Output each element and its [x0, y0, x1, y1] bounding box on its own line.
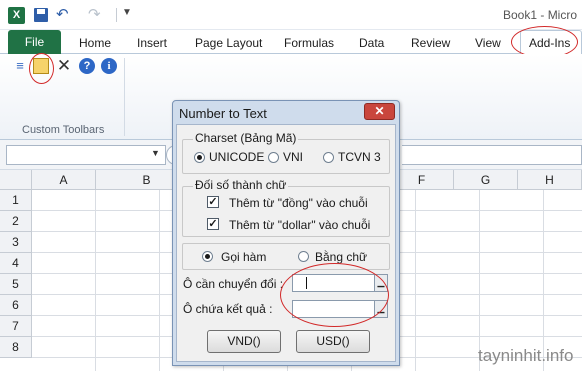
tab-data[interactable]: Data: [359, 36, 384, 50]
radio-in-words[interactable]: [298, 251, 309, 262]
name-box[interactable]: [6, 145, 166, 165]
redo-icon[interactable]: ↷: [88, 5, 101, 23]
source-cell-label: Ô cần chuyển đổi :: [183, 277, 284, 291]
info-icon[interactable]: i: [101, 58, 117, 74]
tab-review[interactable]: Review: [411, 36, 450, 50]
group-separator: [124, 58, 125, 136]
vnd-button[interactable]: VND(): [207, 330, 281, 353]
excel-logo-icon[interactable]: X: [8, 7, 25, 24]
result-cell-label: Ô chứa kết quả :: [183, 302, 273, 316]
checkbox-dollar-label[interactable]: Thêm từ "dollar" vào chuỗi: [229, 218, 370, 232]
convert-options-legend: Đối số thành chữ: [193, 178, 289, 192]
tab-formulas[interactable]: Formulas: [284, 36, 334, 50]
row-header-1[interactable]: 1: [0, 190, 32, 211]
help-icon[interactable]: ?: [79, 58, 95, 74]
save-icon[interactable]: [34, 8, 48, 22]
column-header-a[interactable]: A: [32, 170, 96, 190]
watermark: tayninhit.info: [478, 346, 574, 365]
checkbox-dollar[interactable]: ✓: [207, 218, 219, 230]
tab-view[interactable]: View: [475, 36, 501, 50]
tab-file[interactable]: File: [8, 30, 61, 54]
checkbox-dong[interactable]: ✓: [207, 196, 219, 208]
checkbox-dong-label[interactable]: Thêm từ "đồng" vào chuỗi: [229, 196, 368, 210]
close-icon[interactable]: ✕: [56, 57, 72, 74]
dialog-close-button[interactable]: ✕: [364, 103, 395, 120]
radio-call-function-label[interactable]: Gọi hàm: [221, 250, 266, 264]
column-header-h[interactable]: H: [518, 170, 582, 190]
row-header-4[interactable]: 4: [0, 253, 32, 274]
new-toolbar-icon[interactable]: ≡: [12, 58, 28, 74]
dialog-title: Number to Text: [179, 106, 267, 121]
charset-legend: Charset (Bảng Mã): [193, 131, 299, 145]
chevron-down-icon[interactable]: ▼: [151, 148, 160, 158]
radio-unicode[interactable]: [194, 152, 205, 163]
window-title: Book1 - Micro: [503, 8, 578, 22]
row-header-6[interactable]: 6: [0, 295, 32, 316]
formula-input[interactable]: [402, 145, 582, 165]
column-header-g[interactable]: G: [454, 170, 518, 190]
tab-page-layout[interactable]: Page Layout: [195, 36, 262, 50]
row-header-7[interactable]: 7: [0, 316, 32, 337]
qat-separator: [116, 8, 117, 22]
row-header-3[interactable]: 3: [0, 232, 32, 253]
row-header-2[interactable]: 2: [0, 211, 32, 232]
row-header-5[interactable]: 5: [0, 274, 32, 295]
tab-insert[interactable]: Insert: [137, 36, 167, 50]
group-label-custom-toolbars: Custom Toolbars: [22, 124, 105, 136]
radio-vni-label[interactable]: VNI: [283, 150, 303, 164]
inputs-highlight-ellipse: [280, 263, 389, 327]
radio-unicode-label[interactable]: UNICODE: [209, 150, 264, 164]
usd-button[interactable]: USD(): [296, 330, 370, 353]
radio-in-words-label[interactable]: Bằng chữ: [315, 250, 367, 264]
icon-highlight-ellipse: [29, 53, 54, 84]
radio-tcvn3[interactable]: [323, 152, 334, 163]
select-all-corner[interactable]: [0, 170, 32, 190]
tab-home[interactable]: Home: [79, 36, 111, 50]
undo-icon[interactable]: ↶: [56, 5, 69, 23]
row-header-8[interactable]: 8: [0, 337, 32, 358]
radio-tcvn3-label[interactable]: TCVN 3: [338, 150, 381, 164]
radio-vni[interactable]: [268, 152, 279, 163]
radio-call-function[interactable]: [202, 251, 213, 262]
customize-qat-icon[interactable]: ▼: [122, 7, 132, 18]
